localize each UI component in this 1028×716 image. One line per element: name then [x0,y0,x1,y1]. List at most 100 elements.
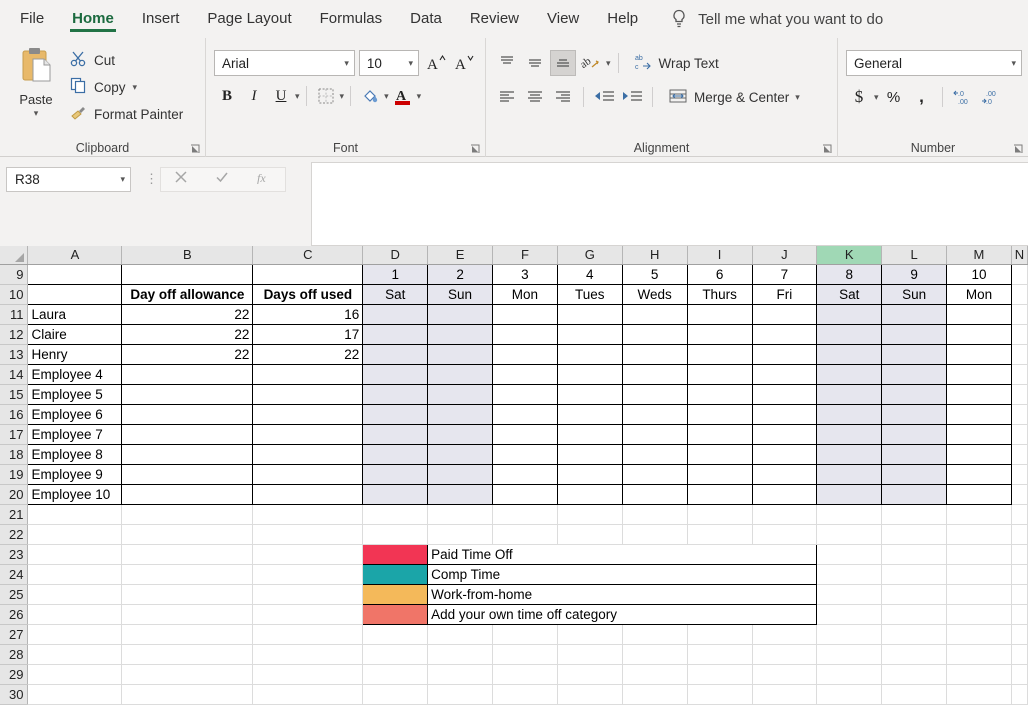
cell-M17[interactable] [946,423,1012,445]
cell-C16[interactable] [252,403,364,425]
legend-swatch-2[interactable] [362,563,429,585]
column-header-j[interactable]: J [752,246,818,265]
cell-D16[interactable] [362,403,429,425]
cell-M20[interactable] [946,483,1012,505]
cell-A14[interactable]: Employee 4 [27,363,123,385]
cell-M24[interactable] [946,564,1012,585]
cell-N19[interactable] [1011,464,1028,485]
cell-D29[interactable] [362,664,429,685]
cell-D9[interactable]: 1 [362,263,429,285]
cell-K24[interactable] [816,564,883,585]
cell-D30[interactable] [362,684,429,705]
cell-J27[interactable] [752,624,818,645]
cell-G28[interactable] [557,644,623,665]
cell-L29[interactable] [881,664,948,685]
cell-H22[interactable] [622,524,688,545]
cell-G30[interactable] [557,684,623,705]
cell-B9[interactable] [121,263,254,285]
cell-I15[interactable] [686,383,753,405]
cell-E12[interactable] [427,323,493,345]
cell-D10[interactable]: Sat [362,283,429,305]
tab-view[interactable]: View [533,0,593,38]
cell-H29[interactable] [622,664,688,685]
cell-F13[interactable] [492,343,558,365]
cell-C18[interactable] [252,443,364,465]
increase-indent-button[interactable] [619,84,645,110]
cell-B30[interactable] [121,684,254,705]
cell-J20[interactable] [751,483,818,505]
italic-button[interactable]: I [241,83,267,109]
format-painter-button[interactable]: Format Painter [70,104,183,124]
cell-J15[interactable] [751,383,818,405]
cell-K13[interactable] [816,343,883,365]
cell-N21[interactable] [1011,504,1028,525]
cell-E29[interactable] [427,664,493,685]
cell-J22[interactable] [752,524,818,545]
row-header-18[interactable]: 18 [0,444,29,465]
column-header-h[interactable]: H [622,246,688,265]
cell-D28[interactable] [362,644,429,665]
cell-H10[interactable]: Weds [621,283,688,305]
cell-N23[interactable] [1011,544,1028,565]
cell-G22[interactable] [557,524,623,545]
cell-N27[interactable] [1011,624,1028,645]
row-header-25[interactable]: 25 [0,584,29,605]
cell-C27[interactable] [252,624,364,645]
clipboard-dialog-launcher-icon[interactable] [189,142,201,154]
chevron-down-icon[interactable]: ▾ [34,108,39,119]
row-header-14[interactable]: 14 [0,364,29,385]
cell-E13[interactable] [427,343,493,365]
cell-D21[interactable] [362,504,429,525]
cell-B25[interactable] [121,584,254,605]
align-bottom-button[interactable] [550,50,576,76]
cell-B24[interactable] [121,564,254,585]
cell-J10[interactable]: Fri [751,283,818,305]
chevron-down-icon[interactable]: ▾ [340,91,345,102]
cell-C12[interactable]: 17 [252,323,364,345]
cell-N9[interactable] [1011,264,1028,285]
cell-J17[interactable] [751,423,818,445]
cell-C20[interactable] [252,483,364,505]
cell-H15[interactable] [621,383,688,405]
cell-C19[interactable] [252,463,364,485]
cell-E21[interactable] [427,504,493,525]
align-middle-button[interactable] [522,50,548,76]
cell-D13[interactable] [362,343,429,365]
tab-review[interactable]: Review [456,0,533,38]
cell-A11[interactable]: Laura [27,303,123,325]
font-color-button[interactable]: A [390,83,416,109]
cell-A12[interactable]: Claire [27,323,123,345]
chevron-down-icon[interactable]: ▾ [408,58,413,69]
fill-color-button[interactable] [357,83,383,109]
cell-K25[interactable] [816,584,883,605]
cell-F17[interactable] [492,423,558,445]
cell-A22[interactable] [27,524,123,545]
cell-K18[interactable] [816,443,883,465]
cell-B16[interactable] [121,403,254,425]
cell-J11[interactable] [751,303,818,325]
decrease-decimal-button[interactable]: .00.0 [978,84,1004,110]
cell-A23[interactable] [27,544,123,565]
cell-F15[interactable] [492,383,558,405]
cell-G18[interactable] [556,443,623,465]
cell-L23[interactable] [881,544,948,565]
orientation-button[interactable]: ab [578,50,604,76]
row-header-19[interactable]: 19 [0,464,29,485]
cell-B22[interactable] [121,524,254,545]
cell-M15[interactable] [946,383,1012,405]
cell-L10[interactable]: Sun [881,283,948,305]
cell-C17[interactable] [252,423,364,445]
confirm-icon[interactable] [215,170,229,189]
cell-M28[interactable] [946,644,1012,665]
tell-me-box[interactable]: Tell me what you want to do [670,9,883,29]
cell-L16[interactable] [881,403,948,425]
cell-E20[interactable] [427,483,493,505]
cell-M22[interactable] [946,524,1012,545]
underline-button[interactable]: U [268,83,294,109]
cell-C30[interactable] [252,684,364,705]
cell-J30[interactable] [752,684,818,705]
cell-B15[interactable] [121,383,254,405]
cell-I19[interactable] [686,463,753,485]
cell-L9[interactable]: 9 [881,263,948,285]
cell-E15[interactable] [427,383,493,405]
